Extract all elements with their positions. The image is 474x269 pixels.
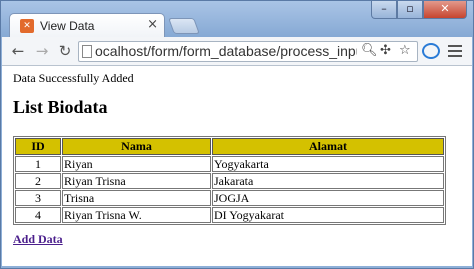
cell-alamat: Yogyakarta [212,156,444,172]
table-header-row: ID Nama Alamat [15,138,444,155]
cell-nama: Trisna [62,190,211,206]
minimize-icon[interactable]: – [371,1,397,19]
page-content: Data Successfully Added List Biodata ID … [2,66,472,266]
forward-arrow-icon[interactable]: → [32,41,52,61]
column-header-id: ID [15,138,61,155]
cell-alamat: DI Yogyakarat [212,207,444,223]
cell-nama: Riyan [62,156,211,172]
search-icon[interactable]: 🔍︎ [361,43,378,58]
cell-alamat: Jakarata [212,173,444,189]
cell-id: 1 [15,156,61,172]
table-row: 3 Trisna JOGJA [15,190,444,206]
maximize-icon[interactable]: ▫ [397,1,423,19]
cell-id: 2 [15,173,61,189]
reload-icon[interactable]: ↻ [55,41,75,61]
column-header-nama: Nama [62,138,211,155]
browser-window: ✕ View Data × – ▫ ✕ ← → ↻ ocalhost/form/… [0,0,474,269]
column-header-alamat: Alamat [212,138,444,155]
table-row: 2 Riyan Trisna Jakarata [15,173,444,189]
status-message: Data Successfully Added [13,71,134,85]
table-row: 4 Riyan Trisna W. DI Yogyakarat [15,207,444,223]
back-arrow-icon[interactable]: ← [8,41,28,61]
page-icon [82,45,92,58]
url-text[interactable]: ocalhost/form/form_database/process_inpu… [95,43,357,59]
table-row: 1 Riyan Yogyakarta [15,156,444,172]
tab-title: View Data [40,19,95,33]
cell-nama: Riyan Trisna W. [62,207,211,223]
address-bar[interactable]: ocalhost/form/form_database/process_inpu… [78,41,418,62]
menu-icon[interactable] [448,42,464,60]
tab-strip: ✕ View Data × – ▫ ✕ [1,1,473,37]
bookmark-star-icon[interactable]: ☆ [399,43,411,58]
new-tab-button[interactable] [168,18,200,34]
extension-icon[interactable] [422,43,440,59]
window-controls: – ▫ ✕ [371,1,467,21]
cell-id: 4 [15,207,61,223]
cell-nama: Riyan Trisna [62,173,211,189]
browser-toolbar: ← → ↻ ocalhost/form/form_database/proces… [2,37,472,66]
xampp-icon: ✕ [20,19,34,33]
page-title: List Biodata [13,97,108,117]
close-tab-icon[interactable]: × [147,17,158,32]
tab-view-data[interactable]: ✕ View Data × [9,13,165,37]
biodata-table: ID Nama Alamat 1 Riyan Yogyakarta 2 Riya… [13,136,446,225]
cell-alamat: JOGJA [212,190,444,206]
add-data-link[interactable]: Add Data [13,232,63,247]
cell-id: 3 [15,190,61,206]
close-icon[interactable]: ✕ [423,1,467,19]
extension-puzzle-icon[interactable]: ✣ [380,43,391,58]
